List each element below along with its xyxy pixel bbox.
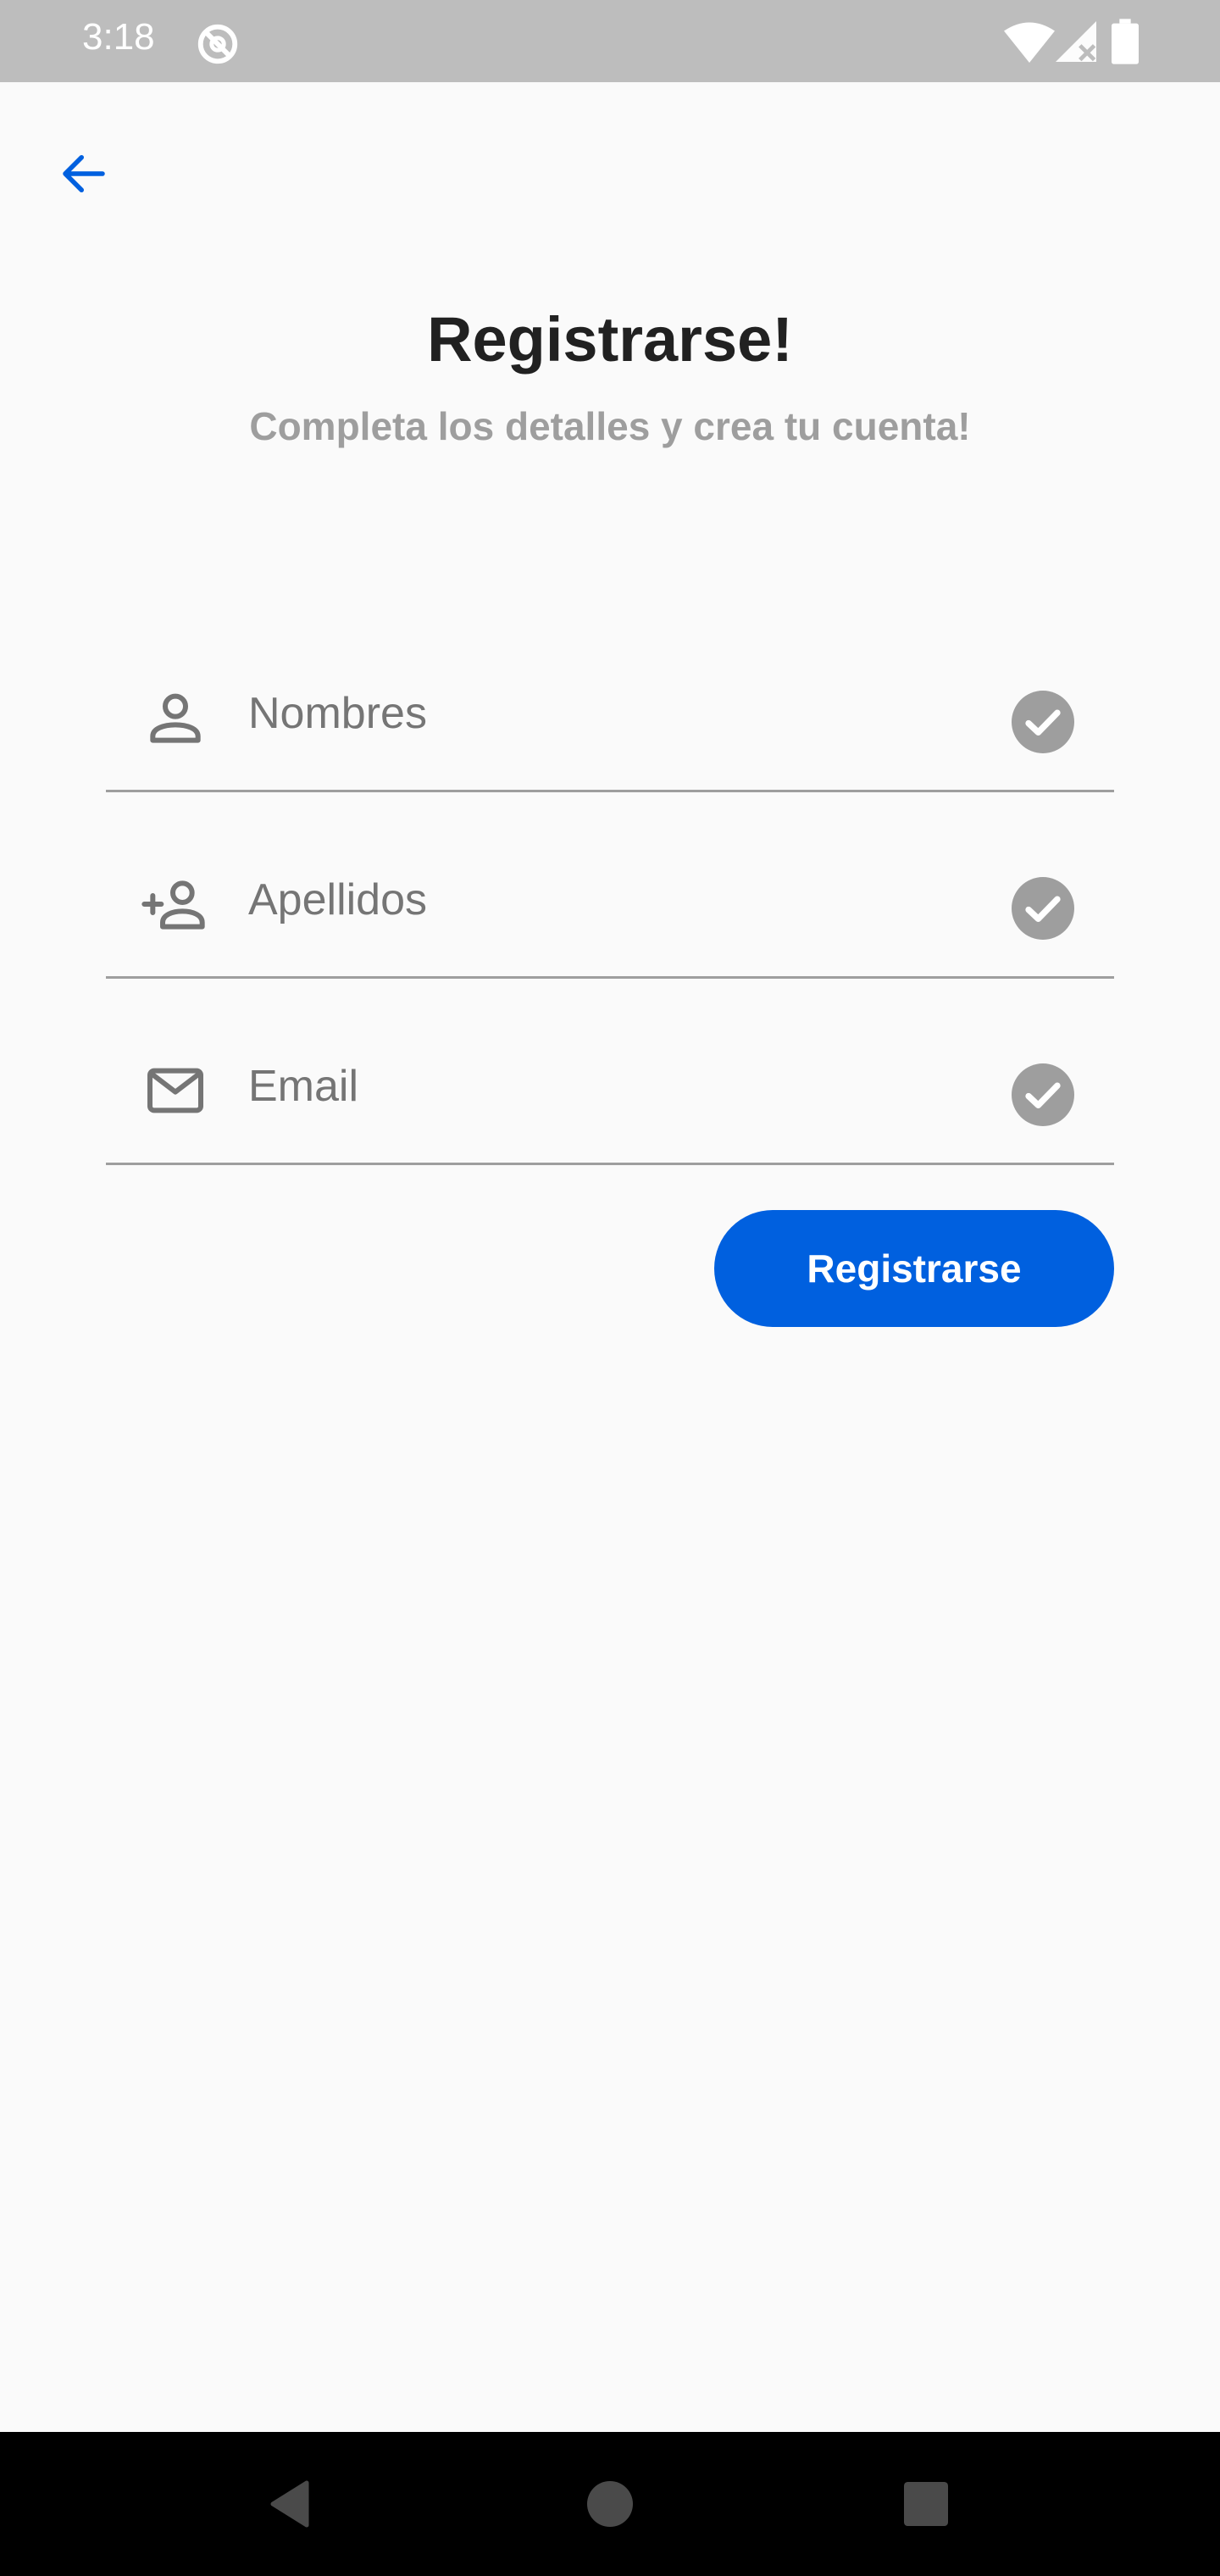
nav-recents-button[interactable] bbox=[888, 2466, 964, 2542]
back-triangle-icon bbox=[270, 2480, 309, 2528]
nav-back-button[interactable] bbox=[252, 2466, 328, 2542]
wifi-icon bbox=[1004, 22, 1055, 63]
check-circle-icon bbox=[1012, 691, 1074, 753]
arrow-left-icon bbox=[63, 155, 105, 192]
person-add-icon bbox=[141, 880, 205, 930]
recents-square-icon bbox=[904, 2482, 948, 2526]
last-name-field[interactable] bbox=[106, 792, 1114, 979]
first-name-field[interactable] bbox=[106, 606, 1114, 792]
signal-icon bbox=[1056, 21, 1096, 62]
check-circle-icon bbox=[1012, 1063, 1074, 1126]
back-button[interactable] bbox=[37, 127, 130, 220]
nav-home-button[interactable] bbox=[572, 2466, 648, 2542]
check-circle-icon bbox=[1012, 877, 1074, 940]
home-circle-icon bbox=[587, 2481, 633, 2527]
person-icon bbox=[150, 693, 201, 743]
status-bar: 3:18 bbox=[0, 0, 1220, 82]
email-field[interactable] bbox=[106, 979, 1114, 1165]
status-time: 3:18 bbox=[82, 16, 155, 58]
email-input[interactable] bbox=[248, 1061, 977, 1112]
register-button[interactable]: Registrarse bbox=[714, 1210, 1114, 1327]
first-name-input[interactable] bbox=[248, 688, 977, 739]
page-subtitle: Completa los detalles y crea tu cuenta! bbox=[249, 404, 971, 448]
page-title: Registrarse! bbox=[427, 304, 793, 375]
navigation-bar bbox=[0, 2432, 1220, 2576]
do-not-disturb-icon bbox=[197, 24, 238, 64]
last-name-input[interactable] bbox=[248, 874, 977, 925]
battery-icon bbox=[1112, 19, 1139, 64]
mail-icon bbox=[147, 1068, 203, 1113]
